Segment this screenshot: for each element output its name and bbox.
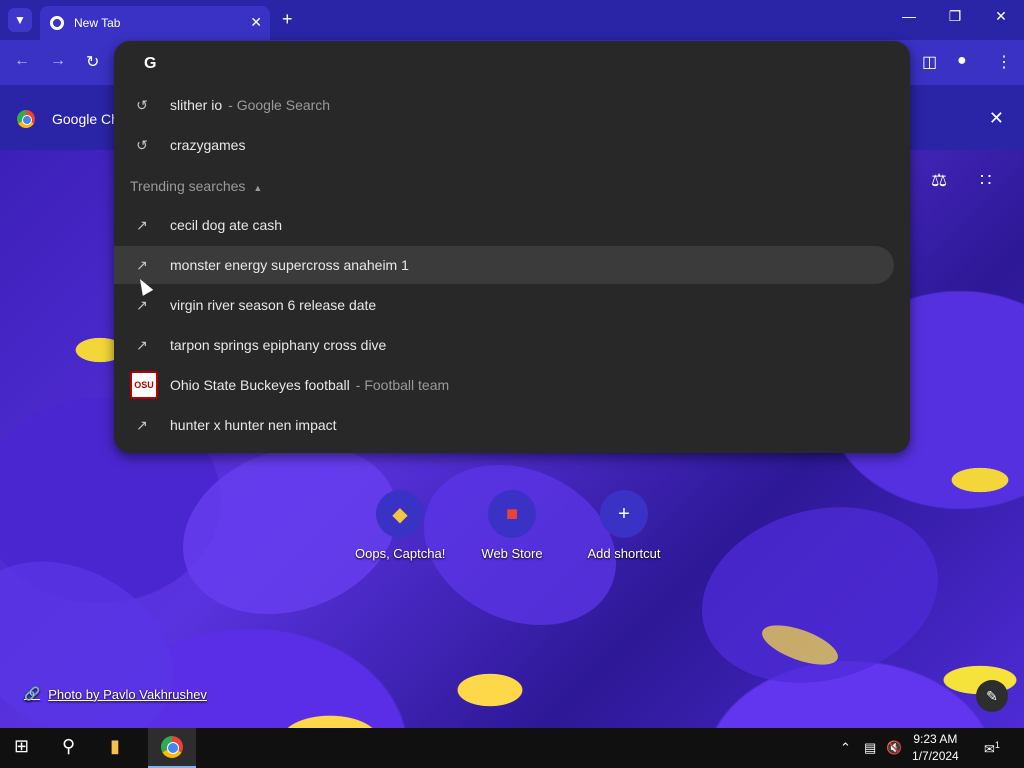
search-icon[interactable]: ⚲ — [62, 736, 75, 757]
shortcut-label: Web Store — [481, 546, 543, 561]
store-icon: ■ — [488, 490, 536, 538]
clock-time: 9:23 AM — [913, 732, 958, 746]
chrome-favicon-icon — [50, 16, 64, 30]
trending-icon: ↗ — [136, 256, 148, 273]
photo-credit-text: Photo by Pavlo Vakhrushev — [48, 686, 207, 702]
notification-count: 1 — [994, 740, 1000, 750]
new-tab-button[interactable]: + — [282, 9, 293, 30]
chrome-icon — [161, 736, 183, 758]
photo-credit-link[interactable]: 🔗 Photo by Pavlo Vakhrushev — [24, 686, 207, 702]
profile-icon[interactable]: ● — [957, 52, 967, 70]
suggestion-text: hunter x hunter nen impact — [170, 417, 337, 433]
apps-grid-icon[interactable]: ∷ — [980, 170, 991, 191]
shortcut-oops-captcha[interactable]: ◆ Oops, Captcha! — [355, 490, 445, 561]
network-icon[interactable]: ▤ — [864, 740, 876, 756]
trending-row[interactable]: ↗ hunter x hunter nen impact — [114, 406, 894, 444]
trending-header-text: Trending searches — [130, 178, 246, 194]
customize-pencil-icon[interactable]: ✎ — [976, 680, 1008, 712]
menu-icon[interactable]: ⋮ — [996, 52, 1012, 72]
forward-button[interactable]: → — [50, 52, 66, 70]
suggestion-text: monster energy supercross anaheim 1 — [170, 257, 409, 273]
trending-row[interactable]: OSU Ohio State Buckeyes football - Footb… — [114, 366, 894, 404]
tab-title: New Tab — [74, 16, 121, 30]
trending-row[interactable]: ↗ virgin river season 6 release date — [114, 286, 894, 324]
google-g-icon[interactable]: G — [144, 55, 156, 73]
tab-search-button[interactable]: ▼ — [8, 8, 32, 32]
chevron-up-icon[interactable]: ⌃ — [840, 740, 851, 756]
chrome-logo-icon — [17, 110, 35, 128]
history-icon: ↺ — [136, 136, 148, 153]
suggestion-text: slither io — [170, 97, 223, 113]
plus-icon: + — [600, 490, 648, 538]
restore-button[interactable]: ❐ — [940, 8, 970, 25]
window-close-button[interactable]: ✕ — [986, 8, 1016, 25]
suggestion-row[interactable]: ↺ slither io - Google Search — [114, 86, 894, 124]
file-explorer-icon[interactable]: ▮ — [110, 736, 120, 757]
reload-button[interactable]: ↻ — [86, 52, 99, 72]
trending-icon: ↗ — [136, 416, 148, 433]
tab-new-tab[interactable]: New Tab ✕ — [40, 6, 270, 40]
shortcut-label: Oops, Captcha! — [355, 546, 446, 561]
caret-up-icon: ▲ — [253, 183, 263, 193]
info-bar-close-button[interactable]: ✕ — [989, 108, 1004, 129]
notification-icon[interactable]: ✉1 — [984, 740, 1000, 757]
suggestion-text: Ohio State Buckeyes football — [170, 377, 350, 393]
suggestion-sub: - Google Search — [228, 97, 331, 113]
clock-date: 1/7/2024 — [912, 749, 959, 763]
trending-icon: ↗ — [136, 216, 148, 233]
chevron-down-icon: ▼ — [14, 13, 26, 27]
trending-icon: ↗ — [136, 296, 148, 313]
gamepad-icon: ◆ — [376, 490, 424, 538]
trending-row[interactable]: ↗ tarpon springs epiphany cross dive — [114, 326, 894, 364]
trending-row[interactable]: ↗ monster energy supercross anaheim 1 — [114, 246, 894, 284]
ohio-state-logo-icon: OSU — [130, 371, 158, 399]
suggestion-sub: - Football team — [355, 377, 450, 393]
side-panel-icon[interactable]: ◫ — [922, 52, 937, 72]
trending-header[interactable]: Trending searches ▲ — [130, 178, 262, 194]
labs-icon[interactable]: ⚖ — [931, 170, 947, 191]
suggestion-text: virgin river season 6 release date — [170, 297, 377, 313]
link-icon: 🔗 — [24, 686, 41, 701]
shortcut-add[interactable]: + Add shortcut — [579, 490, 669, 561]
taskbar-chrome-button[interactable] — [148, 728, 196, 768]
taskbar-clock[interactable]: 9:23 AM 1/7/2024 — [912, 731, 959, 765]
omnibox-dropdown: G ↺ slither io - Google Search ↺ crazyga… — [114, 41, 910, 453]
history-icon: ↺ — [136, 96, 148, 113]
shortcut-label: Add shortcut — [587, 546, 661, 561]
close-icon[interactable]: ✕ — [250, 14, 262, 31]
shortcut-web-store[interactable]: ■ Web Store — [467, 490, 557, 561]
minimize-button[interactable]: — — [894, 8, 924, 24]
trending-row[interactable]: ↗ cecil dog ate cash — [114, 206, 894, 244]
back-button[interactable]: ← — [14, 52, 30, 70]
volume-muted-icon[interactable]: 🔇 — [886, 740, 902, 756]
suggestion-text: cecil dog ate cash — [170, 217, 283, 233]
suggestion-row[interactable]: ↺ crazygames — [114, 126, 894, 164]
windows-start-icon[interactable]: ⊞ — [14, 736, 29, 757]
suggestion-text: tarpon springs epiphany cross dive — [170, 337, 387, 353]
trending-icon: ↗ — [136, 336, 148, 353]
suggestion-text: crazygames — [170, 137, 246, 153]
